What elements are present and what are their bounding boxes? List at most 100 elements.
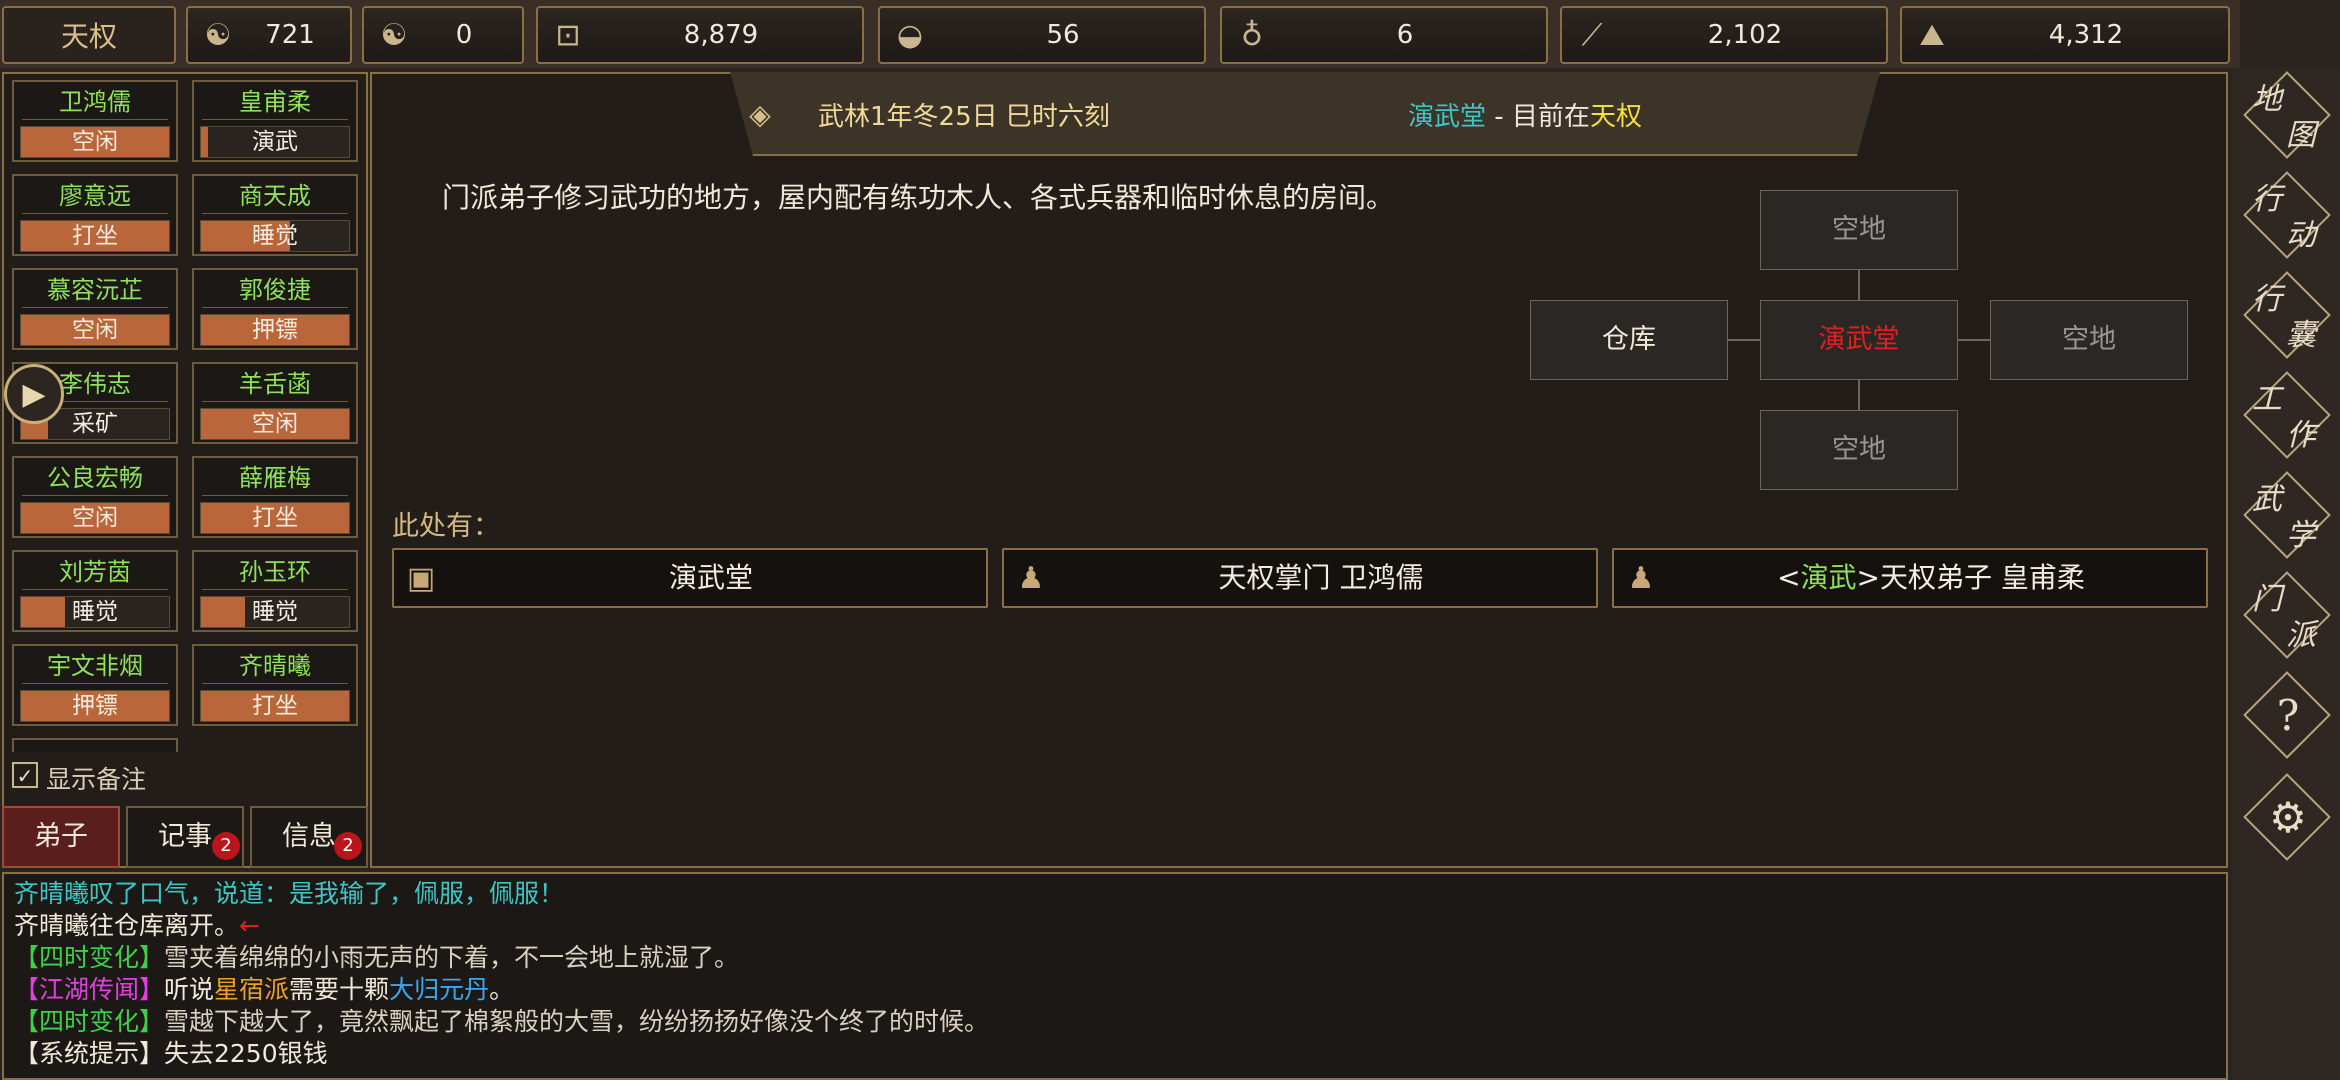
rice-bowl-icon: ◒ xyxy=(896,17,924,53)
log-segment: 大归元丹 xyxy=(389,975,490,1004)
disciple-status: 演武 xyxy=(252,129,298,155)
disciple-name: 商天成 xyxy=(202,179,348,214)
disciple-status-bar: 押镖 xyxy=(200,314,350,346)
map-building-center[interactable]: 演武堂 xyxy=(1760,300,1958,380)
fame-resource[interactable]: ☯ 721 xyxy=(186,6,352,64)
journal-badge: 2 xyxy=(212,832,240,860)
disciple-name: 皇甫柔 xyxy=(202,85,348,120)
menu-char: 门 xyxy=(2252,582,2282,617)
menu-char: 工 xyxy=(2252,382,2282,417)
map-building-west[interactable]: 仓库 xyxy=(1530,300,1728,380)
tab-disciples-label: 弟子 xyxy=(34,821,88,852)
settings-button[interactable]: ⚙ xyxy=(2242,772,2334,864)
money-resource[interactable]: ⊡ 8,879 xyxy=(536,6,864,64)
here-item-label: <演武>天权弟子 皇甫柔 xyxy=(1664,550,2198,606)
disciple-card[interactable]: 羊舌菡 空闲 xyxy=(192,362,358,444)
disciple-card[interactable]: 公良宏畅 空闲 xyxy=(12,456,178,538)
ore-resource[interactable]: ⛰ 4,312 xyxy=(1900,6,2230,64)
tab-journal[interactable]: 记事 2 xyxy=(126,806,244,868)
disciple-status: 空闲 xyxy=(72,129,118,155)
here-item-leader[interactable]: ♟ 天权掌门 卫鸿儒 xyxy=(1002,548,1598,608)
disciple-status-bar: 打坐 xyxy=(20,220,170,252)
here-item-disciple[interactable]: ♟ <演武>天权弟子 皇甫柔 xyxy=(1612,548,2208,608)
play-icon[interactable]: ▶ xyxy=(4,364,64,424)
log-segment: 齐晴曦往仓库离开。 xyxy=(14,911,240,940)
log-segment: 齐晴曦叹了口气，说道：是我输了，佩服，佩服！ xyxy=(14,879,565,908)
map-building-north[interactable]: 空地 xyxy=(1760,190,1958,270)
help-button[interactable]: ? xyxy=(2242,670,2334,762)
disciple-card[interactable]: 薛雁梅 打坐 xyxy=(192,456,358,538)
yinyang-icon: ☯ xyxy=(380,17,408,53)
disciple-status: 空闲 xyxy=(72,317,118,343)
log-segment: 【系统提示】失去2250银钱 xyxy=(14,1039,328,1068)
question-icon: ? xyxy=(2276,691,2300,740)
map-connector xyxy=(1858,378,1860,410)
wood-resource[interactable]: ⟋ 2,102 xyxy=(1560,6,1888,64)
menu-char: 派 xyxy=(2286,618,2316,653)
disciple-name: 刘芳茵 xyxy=(22,555,168,590)
current-location: 演武堂 - 目前在天权 xyxy=(1408,96,1642,133)
disciple-status-bar: 打坐 xyxy=(200,690,350,722)
disciple-card[interactable]: 郭俊捷 押镖 xyxy=(192,268,358,350)
menu-char: 行 xyxy=(2252,182,2282,217)
sect-name-badge[interactable]: 天权 xyxy=(2,6,176,64)
disciple-status-bar: 押镖 xyxy=(20,690,170,722)
menu-char: 作 xyxy=(2286,418,2316,453)
disciple-status-bar: 空闲 xyxy=(20,502,170,534)
disciple-card[interactable]: 商天成 睡觉 xyxy=(192,174,358,256)
wood-value: 2,102 xyxy=(1707,20,1783,50)
log-segment: 【江湖传闻】 xyxy=(14,975,165,1004)
log-segment: 。 xyxy=(489,975,515,1004)
disciple-card[interactable]: 皇甫柔 演武 xyxy=(192,80,358,162)
yinyang-value: 0 xyxy=(455,20,473,50)
menu-char: 地 xyxy=(2252,82,2282,117)
menu-button-4[interactable]: 武学 xyxy=(2242,470,2334,562)
food-resource[interactable]: ◒ 56 xyxy=(878,6,1206,64)
menu-button-3[interactable]: 工作 xyxy=(2242,370,2334,462)
menu-button-1[interactable]: 行动 xyxy=(2242,170,2334,262)
log-segment: ← xyxy=(239,911,260,940)
disciple-card[interactable]: 宇文非烟 押镖 xyxy=(12,644,178,726)
yinyang-resource[interactable]: ☯ 0 xyxy=(362,6,524,64)
disciple-card[interactable]: 刘芳茵 睡觉 xyxy=(12,550,178,632)
disciple-card[interactable]: 齐晴曦 打坐 xyxy=(192,644,358,726)
log-segment: 听说 xyxy=(164,975,215,1004)
log-segment: 【四时变化】 xyxy=(14,1007,165,1036)
menu-button-5[interactable]: 门派 xyxy=(2242,570,2334,662)
herb-resource[interactable]: ♁ 6 xyxy=(1220,6,1548,64)
disciple-card-partial[interactable] xyxy=(12,738,178,752)
box-icon: ▣ xyxy=(406,561,436,596)
menu-button-0[interactable]: 地图 xyxy=(2242,70,2334,162)
map-building-east[interactable]: 空地 xyxy=(1990,300,2188,380)
disciple-name: 薛雁梅 xyxy=(202,461,348,496)
tab-info[interactable]: 信息 2 xyxy=(250,806,368,868)
coin-icon: ⊡ xyxy=(555,17,581,53)
disciple-status: 睡觉 xyxy=(72,599,118,625)
disciple-card[interactable]: 慕容沅芷 空闲 xyxy=(12,268,178,350)
menu-char: 囊 xyxy=(2286,318,2316,353)
gourd-icon: ♁ xyxy=(1241,17,1263,53)
person-icon: ♟ xyxy=(1017,561,1045,596)
disciple-card[interactable]: 孙玉环 睡觉 xyxy=(192,550,358,632)
menu-char: 动 xyxy=(2286,218,2316,253)
here-label: 此处有： xyxy=(392,511,500,542)
activity-tag: 演武 xyxy=(1800,561,1857,594)
menu-button-2[interactable]: 行囊 xyxy=(2242,270,2334,362)
log-line: 【四时变化】雪越下越大了，竟然飘起了棉絮般的大雪，纷纷扬扬好像没个终了的时候。 xyxy=(14,1006,989,1038)
tab-disciples[interactable]: 弟子 xyxy=(2,806,120,868)
fame-icon: ☯ xyxy=(204,17,232,53)
gear-icon: ⚙ xyxy=(2269,793,2307,842)
wood-log-icon: ⟋ xyxy=(1581,17,1603,53)
disciple-card[interactable]: 卫鸿儒 空闲 xyxy=(12,80,178,162)
food-value: 56 xyxy=(1046,20,1080,50)
log-segment: 需要十颗 xyxy=(289,975,390,1004)
disciple-name: 公良宏畅 xyxy=(22,461,168,496)
log-line: 【江湖传闻】听说星宿派需要十颗大归元丹。 xyxy=(14,974,514,1006)
disciple-card[interactable]: 廖意远 打坐 xyxy=(12,174,178,256)
log-line: 【四时变化】雪夹着绵绵的小雨无声的下着，不一会地上就湿了。 xyxy=(14,942,739,974)
log-line: 【系统提示】失去2250银钱 xyxy=(14,1038,328,1070)
map-building-south[interactable]: 空地 xyxy=(1760,410,1958,490)
here-item-label: 演武堂 xyxy=(668,561,753,594)
here-item-building[interactable]: ▣ 演武堂 xyxy=(392,548,988,608)
show-notes-checkbox[interactable]: ✓ xyxy=(12,762,38,788)
